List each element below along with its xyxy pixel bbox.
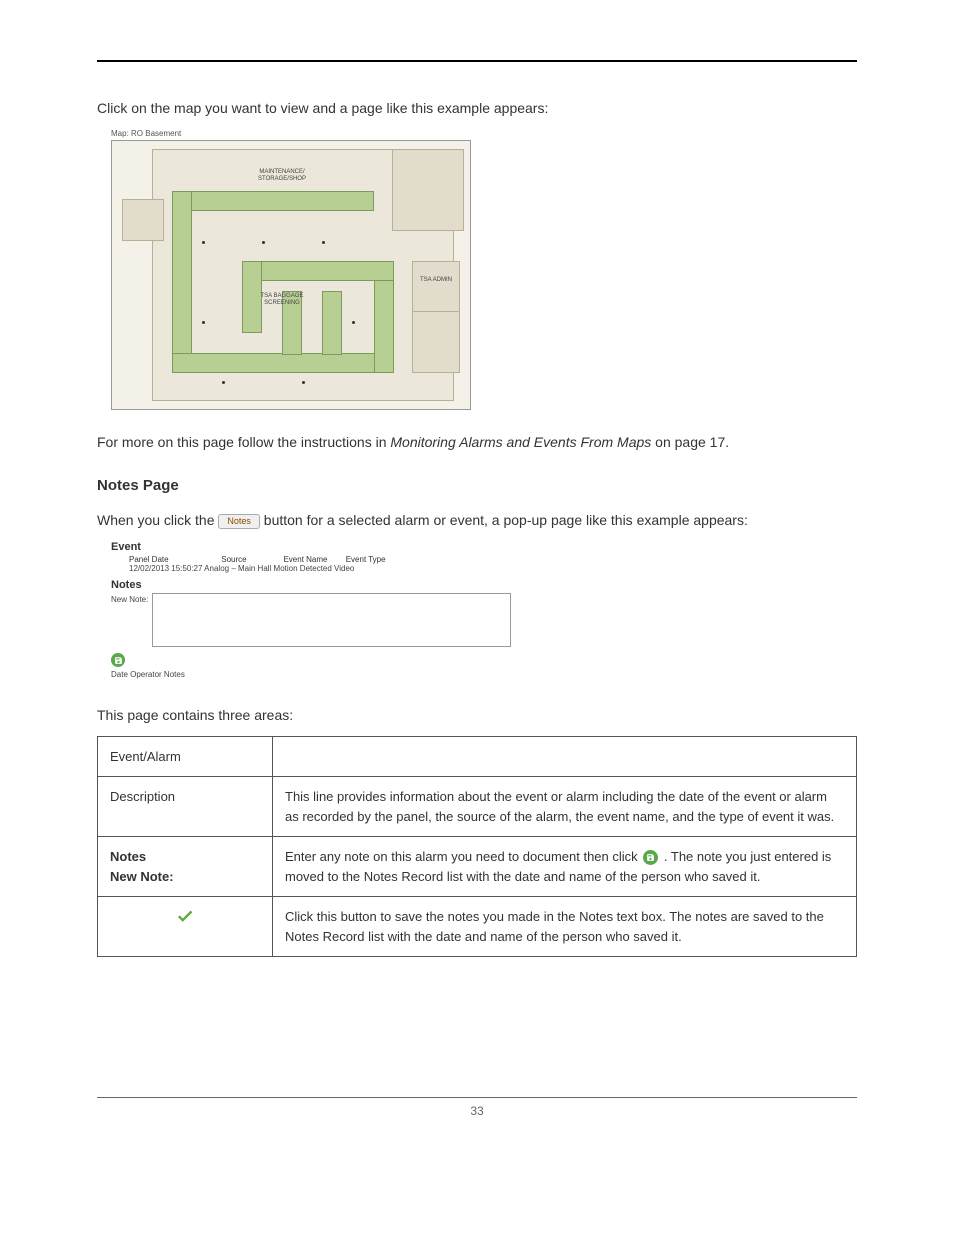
notes-record-header: Date Operator Notes (111, 670, 511, 679)
table-row: Event/Alarm (98, 736, 857, 777)
room-label-tsa-admin: TSA ADMIN (418, 277, 454, 284)
map-caption: Map: RO Basement (111, 129, 857, 138)
floor-plan-image: MAINTENANCE/ STORAGE/SHOP TSA BAGGAGE SC… (111, 140, 471, 410)
save-note-icon[interactable] (111, 653, 125, 667)
intro-text: Click on the map you want to view and a … (97, 98, 857, 119)
notes-section-title: Notes (111, 579, 511, 591)
event-section-title: Event (111, 541, 511, 553)
new-note-bold-label: New Note: (110, 869, 174, 884)
room-label-tsa-baggage: TSA BAGGAGE SCREENING (242, 293, 322, 306)
header-panel-date: Panel Date (111, 555, 219, 564)
table-row: Click this button to save the notes you … (98, 897, 857, 957)
room-label-maintenance: MAINTENANCE/ STORAGE/SHOP (242, 169, 322, 182)
notes-popup-figure: Event Panel Date Source Event Name Event… (111, 541, 511, 679)
top-rule (97, 60, 857, 62)
checkmark-icon (174, 913, 196, 928)
page-footer: 33 (97, 1097, 857, 1118)
notes-bold-label: Notes (110, 849, 146, 864)
cell-event-alarm: Event/Alarm (98, 736, 273, 777)
areas-table: Event/Alarm Description This line provid… (97, 736, 857, 958)
cell-notes-text: Enter any note on this alarm you need to… (273, 837, 857, 897)
header-event-type: Event Type (346, 555, 386, 564)
notes-button-inline: Notes (218, 514, 260, 529)
new-note-label: New Note: (111, 593, 148, 604)
areas-intro: This page contains three areas: (97, 705, 857, 726)
followup-suffix: on page 17. (651, 434, 729, 450)
r3-prefix: Enter any note on this alarm you need to… (285, 849, 641, 864)
notes-page-heading: Notes Page (97, 477, 857, 494)
cell-notes-label: Notes New Note: (98, 837, 273, 897)
map-figure: Map: RO Basement MAINTENANCE/ STORAGE/SH… (111, 129, 857, 410)
document-page: Click on the map you want to view and a … (97, 0, 857, 1158)
save-icon (643, 850, 658, 865)
cell-check-icon (98, 897, 273, 957)
cell-event-alarm-desc (273, 736, 857, 777)
new-note-textarea[interactable] (152, 593, 511, 647)
notes-intro-suffix: button for a selected alarm or event, a … (264, 512, 748, 528)
header-event-name: Event Name (283, 555, 343, 564)
cell-check-text: Click this button to save the notes you … (273, 897, 857, 957)
table-row: Notes New Note: Enter any note on this a… (98, 837, 857, 897)
header-source: Source (221, 555, 281, 564)
cell-description-label: Description (98, 777, 273, 837)
followup-text: For more on this page follow the instruc… (97, 432, 857, 453)
page-number: 33 (470, 1104, 483, 1118)
followup-reference: Monitoring Alarms and Events From Maps (390, 434, 651, 450)
cell-description-text: This line provides information about the… (273, 777, 857, 837)
table-row: Description This line provides informati… (98, 777, 857, 837)
notes-intro: When you click the Notes button for a se… (97, 510, 857, 531)
event-table-header: Panel Date Source Event Name Event Type (111, 555, 511, 564)
event-row: 12/02/2013 15:50:27 Analog – Main Hall M… (111, 564, 511, 573)
notes-intro-prefix: When you click the (97, 512, 218, 528)
followup-prefix: For more on this page follow the instruc… (97, 434, 390, 450)
